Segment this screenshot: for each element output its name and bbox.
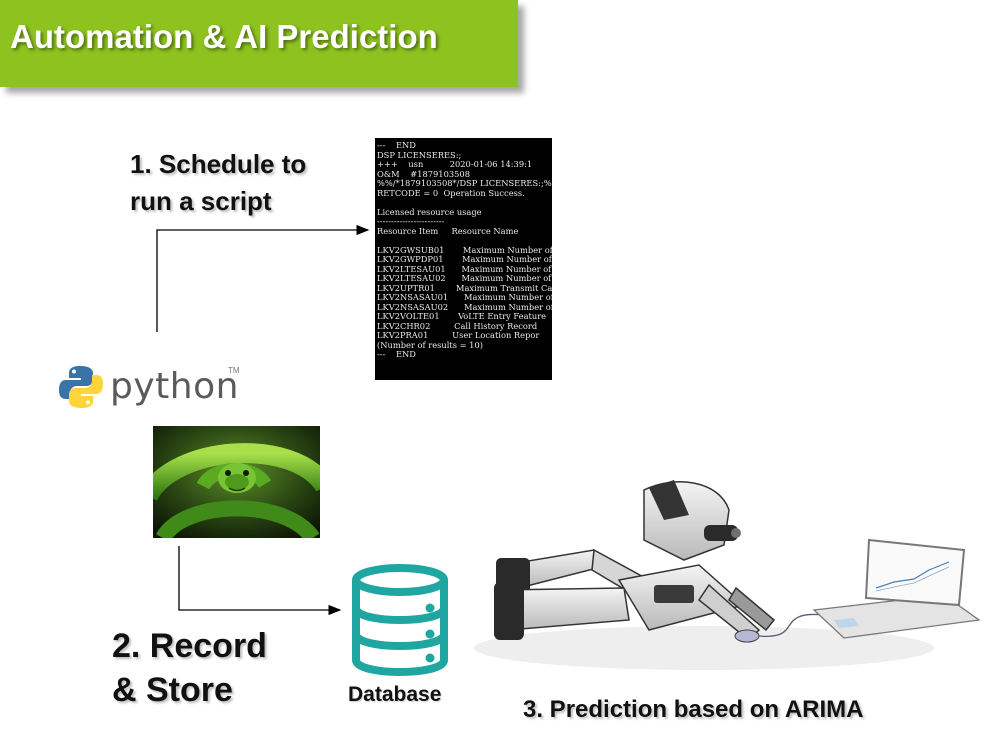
snake-photo <box>153 426 320 538</box>
arrow-python-to-terminal <box>156 224 370 332</box>
arrow-snake-to-database <box>178 546 342 616</box>
python-snake-icon <box>59 366 103 408</box>
step2-line2: & Store <box>112 671 233 709</box>
python-trademark: TM <box>228 366 240 375</box>
step2-label: 2. Record & Store <box>112 624 267 712</box>
python-wordmark: python <box>110 366 239 407</box>
python-logo: python TM <box>58 362 244 410</box>
step2-line1: 2. Record <box>112 627 267 665</box>
database-icon <box>352 564 448 676</box>
database-label: Database <box>348 683 442 706</box>
step3-label: 3. Prediction based on ARIMA <box>523 696 864 723</box>
robot-laptop-illustration <box>474 480 981 670</box>
